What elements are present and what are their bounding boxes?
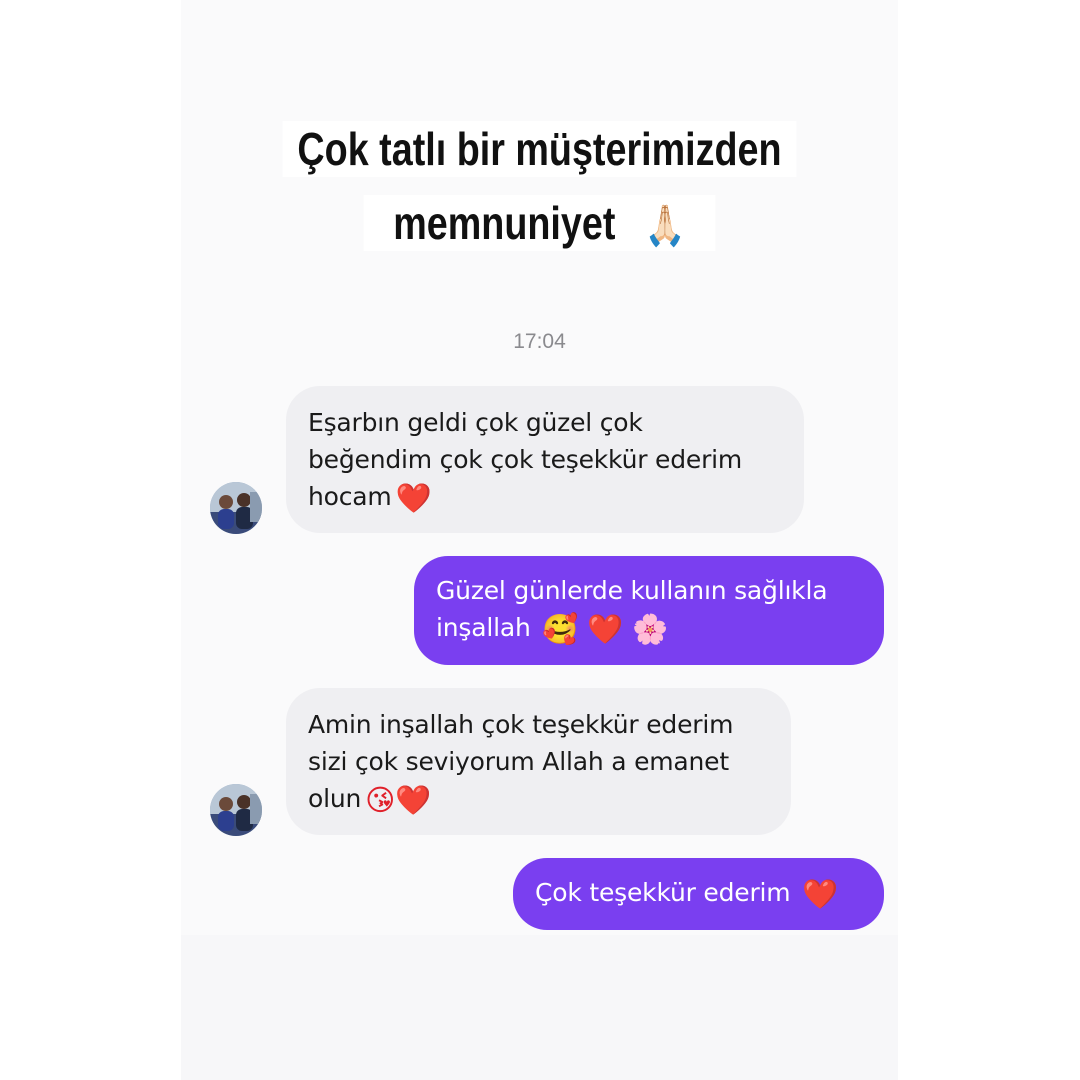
incoming-message-bubble[interactable]: Eşarbın geldi çok güzel çok beğendim çok… [286, 386, 804, 533]
outgoing-message-bubble[interactable]: Çok teşekkür ederim ❤️ [513, 858, 884, 930]
smiling-hearts-heart-blossom-icon: 🥰 ❤️ 🌸 [542, 612, 669, 646]
avatar[interactable] [210, 482, 262, 534]
kiss-heart-icon: 😘❤️ [365, 783, 432, 817]
caption-line-1: Çok tatlı bir müşterimizden [282, 121, 797, 177]
message-line: inşallah [436, 613, 531, 642]
message-line: Amin inşallah çok teşekkür ederim [308, 710, 734, 739]
chat-panel-footer [181, 935, 898, 1080]
message-line: Eşarbın geldi çok güzel çok [308, 408, 643, 437]
user-avatar-photo-icon [210, 482, 262, 534]
heart-icon: ❤️ [802, 877, 839, 911]
avatar[interactable] [210, 784, 262, 836]
message-timestamp: 17:04 [513, 330, 566, 353]
user-avatar-photo-icon [210, 784, 262, 836]
message-line: Güzel günlerde kullanın sağlıkla [436, 576, 828, 605]
caption-overlay: Çok tatlı bir müşterimizden memnuniyet 🙏🏻 [246, 112, 834, 263]
message-line: sizi çok seviyorum Allah a emanet [308, 747, 729, 776]
message-line: hocam [308, 482, 392, 511]
message-line: Çok teşekkür ederim [535, 878, 791, 907]
message-line: olun [308, 784, 362, 813]
caption-line-2: memnuniyet [378, 195, 631, 251]
heart-icon: ❤️ [395, 481, 432, 515]
outgoing-message-bubble[interactable]: Güzel günlerde kullanın sağlıkla inşalla… [414, 556, 884, 665]
incoming-message-bubble[interactable]: Amin inşallah çok teşekkür ederim sizi ç… [286, 688, 791, 835]
praying-hands-icon: 🙏🏻 [630, 202, 701, 250]
message-line: beğendim çok çok teşekkür ederim [308, 445, 743, 474]
